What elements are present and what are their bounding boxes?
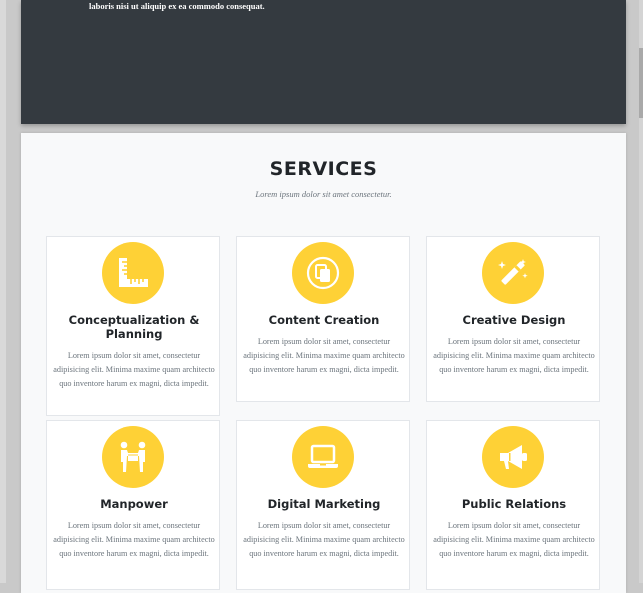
service-description: Lorem ipsum dolor sit amet, consectetur … <box>53 351 215 388</box>
hero-section: laboris nisi ut aliquip ex ea commodo co… <box>21 0 626 124</box>
service-icon-circle <box>102 426 164 488</box>
service-title: Public Relations <box>461 497 567 511</box>
page-left-edge <box>0 0 6 583</box>
service-card-digital-marketing: Digital Marketing Lorem ipsum dolor sit … <box>236 420 410 590</box>
hero-text: laboris nisi ut aliquip ex ea commodo co… <box>89 1 265 11</box>
service-description: Lorem ipsum dolor sit amet, consectetur … <box>243 521 405 558</box>
services-section: SERVICES Lorem ipsum dolor sit amet cons… <box>21 133 626 593</box>
service-icon-circle <box>482 426 544 488</box>
service-icon-circle <box>292 242 354 304</box>
laptop-icon <box>308 444 338 468</box>
service-description: Lorem ipsum dolor sit amet, consectetur … <box>243 337 405 374</box>
service-title: Conceptualization & Planning <box>68 313 200 341</box>
service-card-creative-design: Creative Design Lorem ipsum dolor sit am… <box>426 236 600 402</box>
copy-icon <box>306 256 340 290</box>
scrollbar[interactable] <box>639 0 643 583</box>
service-description: Lorem ipsum dolor sit amet, consectetur … <box>53 521 215 558</box>
service-icon-circle <box>102 242 164 304</box>
service-description: Lorem ipsum dolor sit amet, consectetur … <box>433 521 595 558</box>
service-title: Content Creation <box>268 313 380 327</box>
people-carry-icon <box>120 441 146 472</box>
service-card-content-creation: Content Creation Lorem ipsum dolor sit a… <box>236 236 410 402</box>
services-title: SERVICES <box>269 158 378 180</box>
services-subtitle: Lorem ipsum dolor sit amet consectetur. <box>255 189 392 199</box>
scrollbar-thumb[interactable] <box>639 48 643 118</box>
service-description: Lorem ipsum dolor sit amet, consectetur … <box>433 337 595 374</box>
service-card-public-relations: Public Relations Lorem ipsum dolor sit a… <box>426 420 600 590</box>
service-card-manpower: Manpower Lorem ipsum dolor sit amet, con… <box>46 420 220 590</box>
magic-wand-icon <box>498 259 528 285</box>
service-card-conceptualization: Conceptualization & Planning Lorem ipsum… <box>46 236 220 416</box>
ruler-square-icon <box>119 258 148 287</box>
service-icon-circle <box>482 242 544 304</box>
service-title: Creative Design <box>462 313 566 327</box>
megaphone-icon <box>500 445 527 469</box>
service-title: Digital Marketing <box>267 497 381 511</box>
service-icon-circle <box>292 426 354 488</box>
service-title: Manpower <box>100 497 168 511</box>
